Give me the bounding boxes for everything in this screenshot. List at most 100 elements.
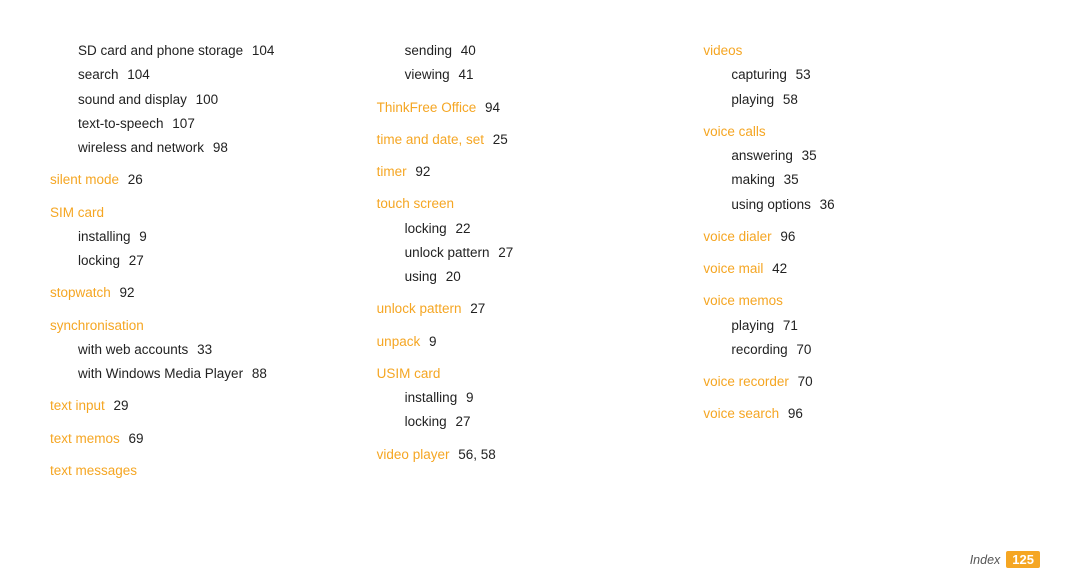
spacer (703, 282, 1030, 288)
heading-text: synchronisation (50, 318, 144, 333)
heading-text: text input (50, 398, 105, 413)
page-ref: 94 (481, 100, 500, 115)
page-ref: 26 (124, 172, 143, 187)
footer-label: Index (970, 553, 1001, 567)
index-heading: videos (703, 40, 1030, 62)
index-heading: text input 29 (50, 395, 377, 417)
index-heading: voice mail 42 (703, 258, 1030, 280)
sub-text: wireless and network (78, 140, 204, 155)
index-sub-item: making 35 (703, 169, 1030, 191)
index-sub-item: text-to-speech 107 (50, 113, 377, 135)
heading-text: voice search (703, 406, 779, 421)
page-ref: 29 (110, 398, 129, 413)
page-ref: 9 (136, 229, 147, 244)
heading-text: SIM card (50, 205, 104, 220)
index-sub-item: installing 9 (377, 387, 704, 409)
index-heading: silent mode 26 (50, 169, 377, 191)
index-heading: text messages (50, 460, 377, 482)
index-sub-item: playing 58 (703, 89, 1030, 111)
heading-text: text messages (50, 463, 137, 478)
heading-text: voice memos (703, 293, 783, 308)
sub-text: text-to-speech (78, 116, 164, 131)
page-ref: 27 (494, 245, 513, 260)
page-ref: 96 (777, 229, 796, 244)
spacer (377, 89, 704, 95)
page-ref: 92 (116, 285, 135, 300)
index-heading: voice recorder 70 (703, 371, 1030, 393)
spacer (703, 395, 1030, 401)
column-2: sending 40viewing 41ThinkFree Office 94t… (377, 40, 704, 546)
heading-text: voice dialer (703, 229, 771, 244)
sub-text: installing (78, 229, 131, 244)
page-ref: 69 (125, 431, 144, 446)
spacer (50, 274, 377, 280)
heading-text: video player (377, 447, 450, 462)
heading-text: timer (377, 164, 407, 179)
index-heading: voice search 96 (703, 403, 1030, 425)
heading-text: voice calls (703, 124, 765, 139)
spacer (703, 113, 1030, 119)
page-ref: 27 (466, 301, 485, 316)
sub-text: search (78, 67, 119, 82)
index-sub-item: installing 9 (50, 226, 377, 248)
spacer (377, 436, 704, 442)
spacer (50, 387, 377, 393)
index-heading: ThinkFree Office 94 (377, 97, 704, 119)
spacer (50, 420, 377, 426)
page-ref: 42 (768, 261, 787, 276)
heading-text: unpack (377, 334, 421, 349)
page-ref: 22 (452, 221, 471, 236)
index-heading: synchronisation (50, 315, 377, 337)
spacer (377, 323, 704, 329)
sub-text: playing (731, 92, 774, 107)
page-ref: 92 (412, 164, 431, 179)
spacer (377, 290, 704, 296)
index-heading: timer 92 (377, 161, 704, 183)
index-sub-item: recording 70 (703, 339, 1030, 361)
heading-text: unlock pattern (377, 301, 462, 316)
heading-text: stopwatch (50, 285, 111, 300)
sub-text: SD card and phone storage (78, 43, 243, 58)
sub-text: locking (405, 414, 447, 429)
spacer (703, 250, 1030, 256)
page-number: 125 (1006, 551, 1040, 568)
index-sub-item: viewing 41 (377, 64, 704, 86)
page-ref: 20 (442, 269, 461, 284)
index-heading: voice dialer 96 (703, 226, 1030, 248)
sub-text: sending (405, 43, 452, 58)
spacer (703, 218, 1030, 224)
sub-text: capturing (731, 67, 787, 82)
sub-text: using options (731, 197, 811, 212)
page-ref: 56, 58 (454, 447, 495, 462)
index-heading: time and date, set 25 (377, 129, 704, 151)
footer: Index 125 (970, 551, 1040, 568)
page-ref: 40 (457, 43, 476, 58)
index-sub-item: playing 71 (703, 315, 1030, 337)
index-heading: touch screen (377, 193, 704, 215)
index-sub-item: with web accounts 33 (50, 339, 377, 361)
page-ref: 58 (779, 92, 798, 107)
index-sub-item: wireless and network 98 (50, 137, 377, 159)
sub-text: making (731, 172, 775, 187)
index-sub-item: locking 27 (377, 411, 704, 433)
page-ref: 70 (794, 374, 813, 389)
sub-text: unlock pattern (405, 245, 490, 260)
page-ref: 9 (425, 334, 436, 349)
index-sub-item: sending 40 (377, 40, 704, 62)
sub-text: installing (405, 390, 458, 405)
page-ref: 104 (248, 43, 274, 58)
page-ref: 41 (455, 67, 474, 82)
sub-text: viewing (405, 67, 450, 82)
page-ref: 35 (780, 172, 799, 187)
heading-text: voice mail (703, 261, 763, 276)
sub-text: locking (78, 253, 120, 268)
page-ref: 100 (192, 92, 218, 107)
sub-text: answering (731, 148, 793, 163)
spacer (50, 452, 377, 458)
page-ref: 27 (452, 414, 471, 429)
page-ref: 53 (792, 67, 811, 82)
index-sub-item: answering 35 (703, 145, 1030, 167)
column-3: videos capturing 53 playing 58 voice calls a… (703, 40, 1030, 546)
page-ref: 9 (462, 390, 473, 405)
index-sub-item: with Windows Media Player 88 (50, 363, 377, 385)
